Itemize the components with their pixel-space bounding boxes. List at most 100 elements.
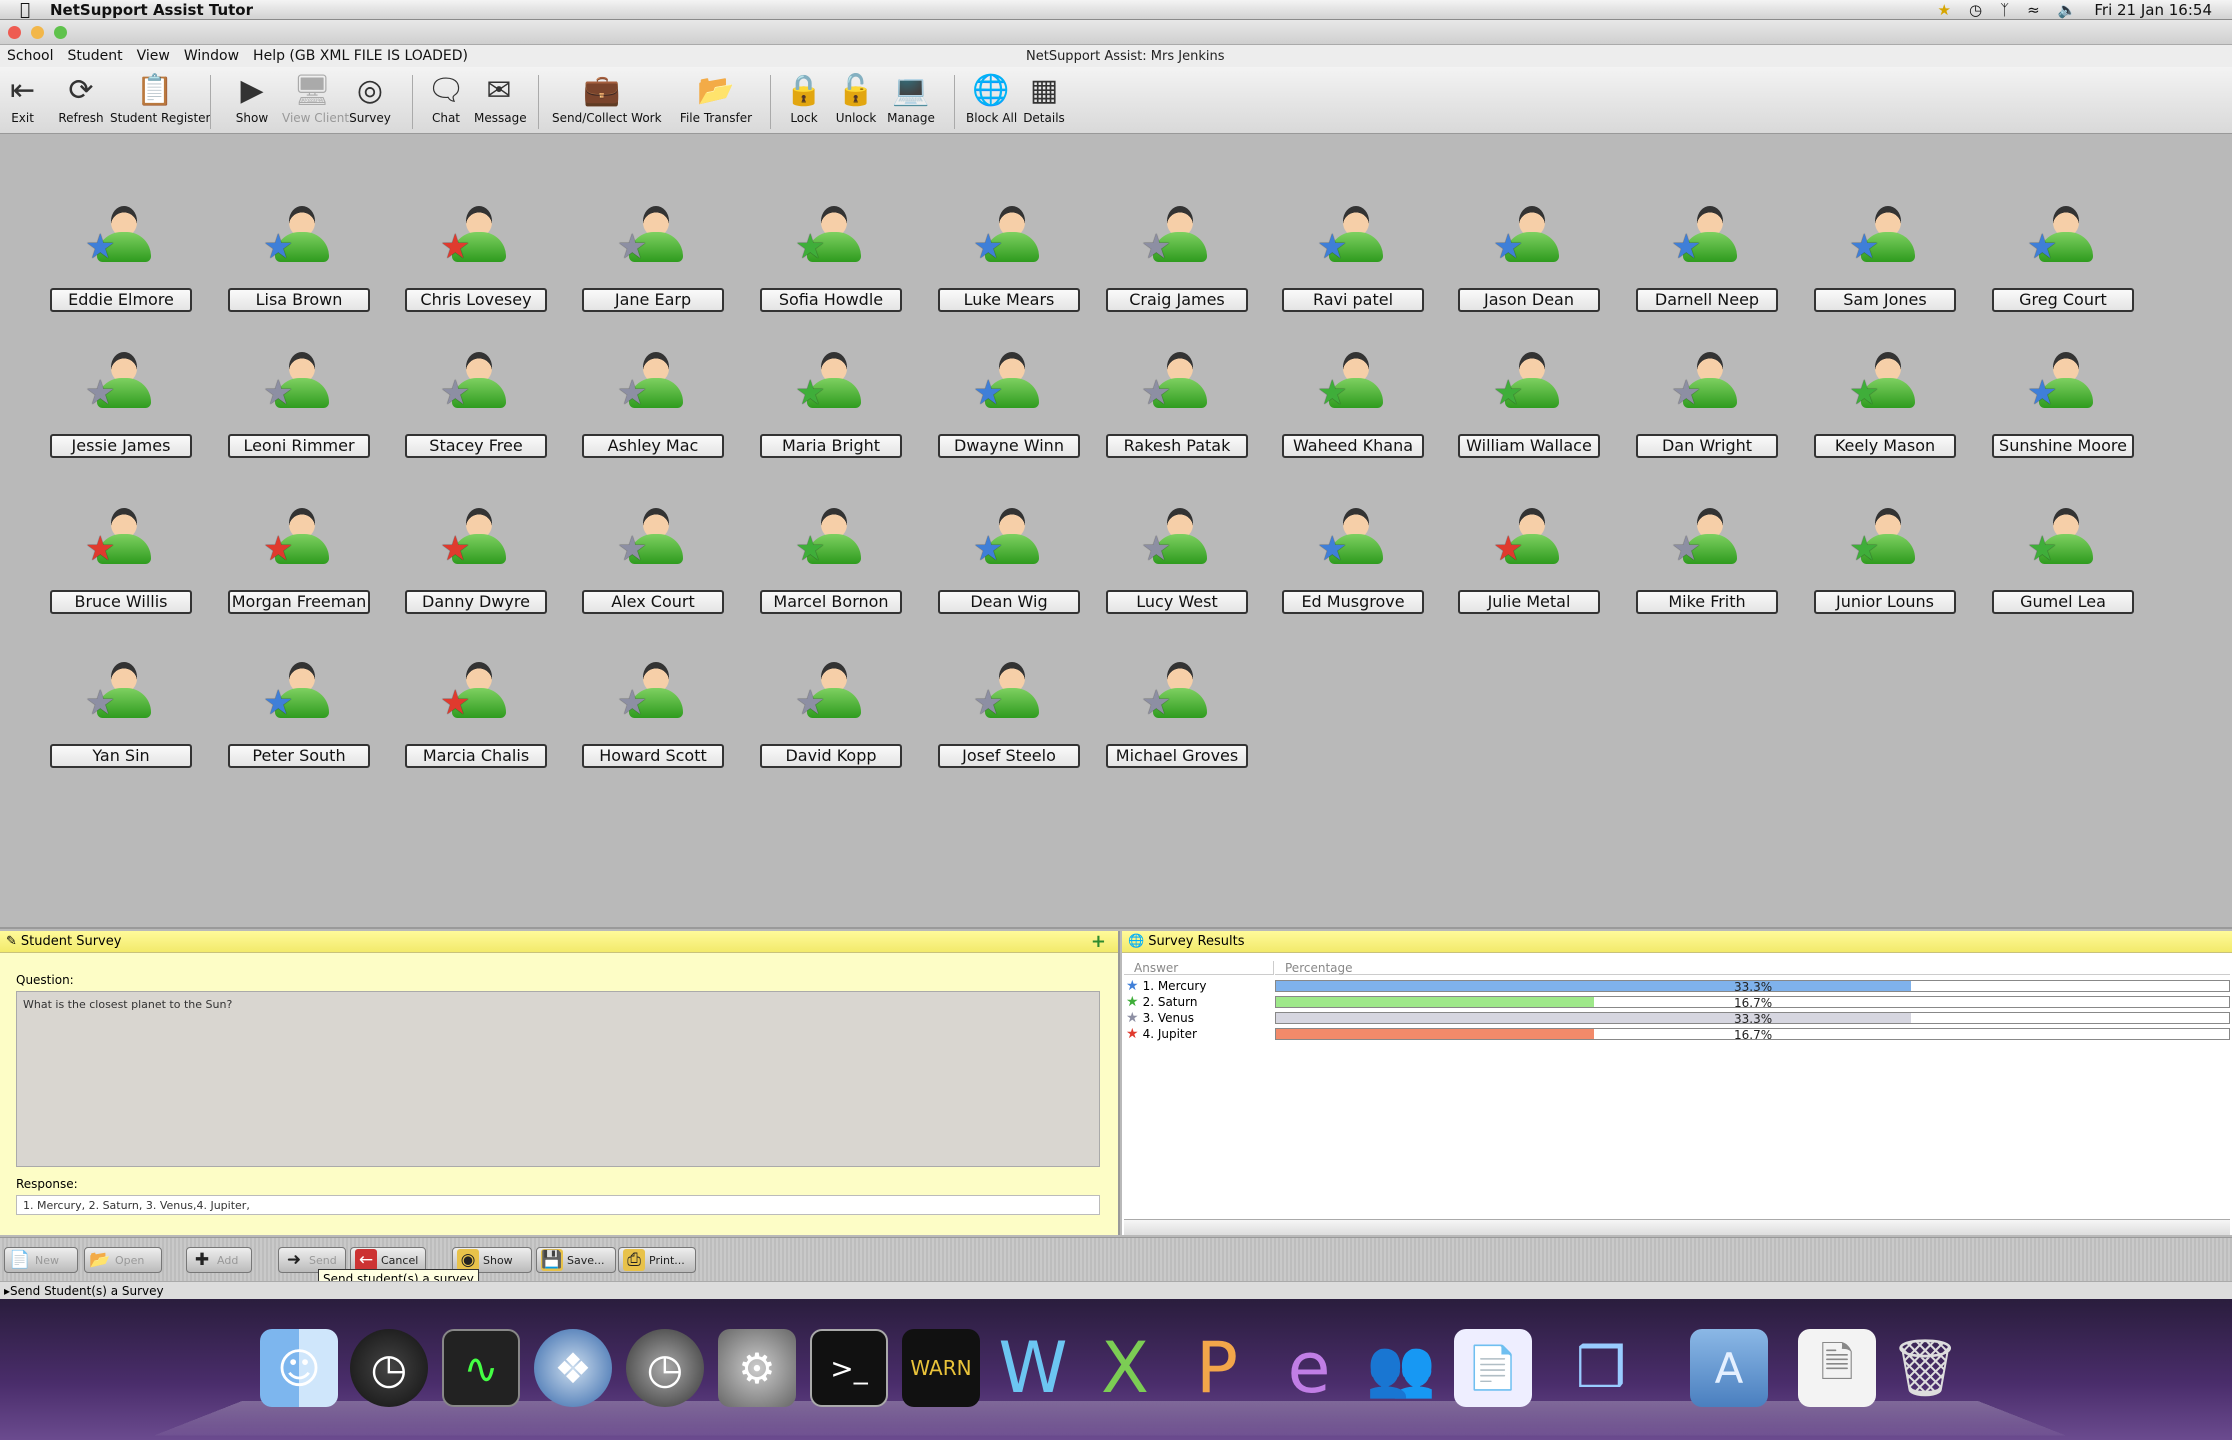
student-tile[interactable]: ★ Ed Musgrove	[1282, 474, 1424, 614]
app-name[interactable]: NetSupport Assist Tutor	[50, 1, 253, 19]
system-preferences-icon[interactable]: ⚙	[718, 1329, 796, 1407]
activity-monitor-icon[interactable]: ∿	[442, 1329, 520, 1407]
refresh-button[interactable]: ⟳ Refresh	[58, 72, 104, 132]
zoom-window-button[interactable]	[54, 26, 67, 39]
student-tile[interactable]: ★ Eddie Elmore	[50, 172, 192, 312]
manage-button[interactable]: 💻 Manage	[886, 72, 936, 132]
documents-icon[interactable]: 📄	[1454, 1329, 1532, 1407]
remote-desktop-icon[interactable]: ❒	[1562, 1329, 1640, 1407]
student-tile[interactable]: ★ Craig James	[1106, 172, 1248, 312]
student-tile[interactable]: ★ Greg Court	[1992, 172, 2134, 312]
student-tile[interactable]: ★ Sam Jones	[1814, 172, 1956, 312]
student-tile[interactable]: ★ Lucy West	[1106, 474, 1248, 614]
student-tile[interactable]: ★ Mike Frith	[1636, 474, 1778, 614]
student-tile[interactable]: ★ Dan Wright	[1636, 318, 1778, 458]
clock[interactable]: Fri 21 Jan 16:54	[2094, 1, 2212, 19]
student-tile[interactable]: ★ Peter South	[228, 628, 370, 768]
view-client-button[interactable]: 🖥 View Client	[282, 72, 349, 132]
add-button[interactable]: ✚ Add	[186, 1247, 252, 1273]
student-tile[interactable]: ★ Lisa Brown	[228, 172, 370, 312]
result-row[interactable]: ★ 1. Mercury	[1126, 978, 1206, 994]
student-tile[interactable]: ★ Morgan Freeman	[228, 474, 370, 614]
percentage-column-header[interactable]: Percentage	[1275, 961, 2230, 975]
student-tile[interactable]: ★ Junior Louns	[1814, 474, 1956, 614]
survey-button[interactable]: ◎ Survey	[348, 72, 392, 132]
menu-school[interactable]: School	[0, 48, 60, 64]
word-icon[interactable]: W	[994, 1327, 1072, 1409]
apple-icon[interactable]: 	[0, 0, 50, 20]
student-tile[interactable]: ★ Marcel Bornon	[760, 474, 902, 614]
student-tile[interactable]: ★ Maria Bright	[760, 318, 902, 458]
applications-folder-icon[interactable]: A	[1690, 1329, 1768, 1407]
messenger-icon[interactable]: 👥	[1362, 1329, 1440, 1407]
chat-button[interactable]: 🗨 Chat	[426, 72, 466, 132]
student-tile[interactable]: ★ William Wallace	[1458, 318, 1600, 458]
powerpoint-icon[interactable]: P	[1178, 1327, 1256, 1409]
file-transfer-button[interactable]: 📂 File Transfer	[676, 72, 756, 132]
menu-view[interactable]: View	[130, 48, 177, 64]
menu-window[interactable]: Window	[177, 48, 246, 64]
student-tile[interactable]: ★ Keely Mason	[1814, 318, 1956, 458]
student-tile[interactable]: ★ Alex Court	[582, 474, 724, 614]
student-tile[interactable]: ★ David Kopp	[760, 628, 902, 768]
result-row[interactable]: ★ 3. Venus	[1126, 1010, 1194, 1026]
student-tile[interactable]: ★ Howard Scott	[582, 628, 724, 768]
dashboard-icon[interactable]: ◷	[350, 1329, 428, 1407]
student-tile[interactable]: ★ Julie Metal	[1458, 474, 1600, 614]
bluetooth-icon[interactable]: ᛉ	[2000, 1, 2009, 19]
student-tile[interactable]: ★ Jessie James	[50, 318, 192, 458]
print-button[interactable]: ⎙ Print...	[618, 1247, 696, 1273]
student-tile[interactable]: ★ Darnell Neep	[1636, 172, 1778, 312]
details-button[interactable]: ▦ Details	[1022, 72, 1066, 132]
safari-icon[interactable]: ❖	[534, 1329, 612, 1407]
student-tile[interactable]: ★ Dean Wig	[938, 474, 1080, 614]
student-tile[interactable]: ★ Dwayne Winn	[938, 318, 1080, 458]
add-icon[interactable]: +	[1091, 931, 1106, 952]
result-row[interactable]: ★ 2. Saturn	[1126, 994, 1197, 1010]
student-tile[interactable]: ★ Josef Steelo	[938, 628, 1080, 768]
student-tile[interactable]: ★ Gumel Lea	[1992, 474, 2134, 614]
close-window-button[interactable]	[8, 26, 21, 39]
exit-button[interactable]: ⇤ Exit	[10, 72, 35, 132]
student-tile[interactable]: ★ Ashley Mac	[582, 318, 724, 458]
student-tile[interactable]: ★ Leoni Rimmer	[228, 318, 370, 458]
student-tile[interactable]: ★ Sunshine Moore	[1992, 318, 2134, 458]
result-row[interactable]: ★ 4. Jupiter	[1126, 1026, 1197, 1042]
student-tile[interactable]: ★ Michael Groves	[1106, 628, 1248, 768]
student-register-button[interactable]: 📋 Student Register	[110, 72, 210, 132]
entourage-icon[interactable]: e	[1270, 1327, 1348, 1409]
student-tile[interactable]: ★ Stacey Free	[405, 318, 547, 458]
student-tile[interactable]: ★ Chris Lovesey	[405, 172, 547, 312]
trash-icon[interactable]: 🗑	[1886, 1329, 1964, 1407]
student-tile[interactable]: ★ Marcia Chalis	[405, 628, 547, 768]
message-button[interactable]: ✉ Message	[474, 72, 527, 132]
answer-column-header[interactable]: Answer	[1124, 961, 1274, 975]
open-button[interactable]: 📂 Open	[84, 1247, 162, 1273]
menu-student[interactable]: Student	[60, 48, 129, 64]
student-tile[interactable]: ★ Sofia Howdle	[760, 172, 902, 312]
student-tile[interactable]: ★ Jane Earp	[582, 172, 724, 312]
new-button[interactable]: 📄 New	[4, 1247, 78, 1273]
block-all-button[interactable]: 🌐 Block All	[966, 72, 1017, 132]
student-tile[interactable]: ★ Jason Dean	[1458, 172, 1600, 312]
student-tile[interactable]: ★ Ravi patel	[1282, 172, 1424, 312]
documents-stack-icon[interactable]: 🗎	[1798, 1329, 1876, 1407]
student-tile[interactable]: ★ Bruce Willis	[50, 474, 192, 614]
unlock-button[interactable]: 🔓 Unlock	[834, 72, 878, 132]
console-icon[interactable]: WARN	[902, 1329, 980, 1407]
student-tile[interactable]: ★ Rakesh Patak	[1106, 318, 1248, 458]
minimize-window-button[interactable]	[31, 26, 44, 39]
excel-icon[interactable]: X	[1086, 1327, 1164, 1409]
show-button[interactable]: ▶ Show	[232, 72, 272, 132]
time-machine-icon[interactable]: ◷	[1969, 1, 1982, 19]
finder-icon[interactable]: ☺	[260, 1329, 338, 1407]
student-tile[interactable]: ★ Waheed Khana	[1282, 318, 1424, 458]
volume-icon[interactable]: 🔈	[2058, 1, 2077, 19]
terminal-icon[interactable]: >_	[810, 1329, 888, 1407]
student-tile[interactable]: ★ Yan Sin	[50, 628, 192, 768]
send-collect-work-button[interactable]: 💼 Send/Collect Work	[552, 72, 662, 132]
student-tile[interactable]: ★ Luke Mears	[938, 172, 1080, 312]
save-button[interactable]: 💾 Save...	[536, 1247, 616, 1273]
wifi-icon[interactable]: ≈	[2027, 1, 2040, 19]
lock-button[interactable]: 🔒 Lock	[784, 72, 824, 132]
